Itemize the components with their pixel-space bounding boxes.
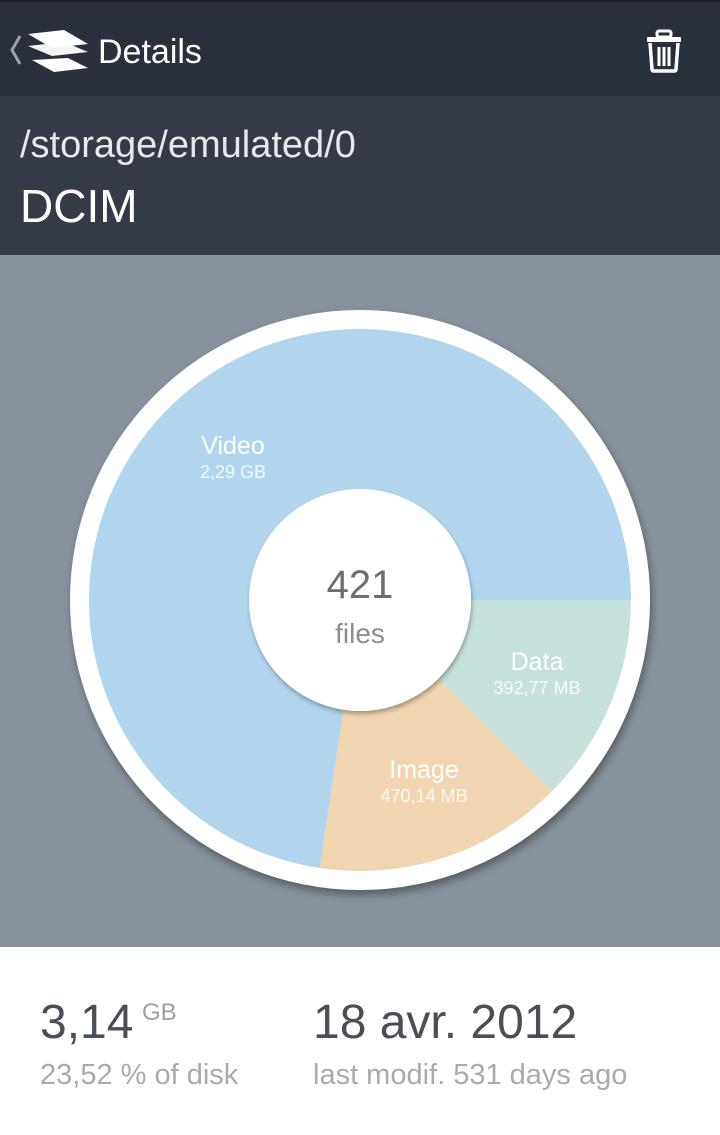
chevron-left-icon[interactable]	[8, 32, 24, 68]
video-size: 2,29 GB	[199, 462, 267, 482]
folder-name: DCIM	[20, 180, 138, 232]
folder-stats: 3,14 GB 23,52 % of disk 18 avr. 2012 las…	[0, 947, 720, 1135]
app-logo-icon[interactable]	[24, 28, 92, 74]
storage-chart: Video 2,29 GB Image 470,14 MB Data 392,7…	[0, 255, 720, 947]
folder-size-unit: GB	[142, 999, 177, 1026]
data-size: 392,77 MB	[493, 678, 581, 698]
image-label: Image 470,14 MB	[380, 755, 467, 807]
app-bar: Details	[0, 0, 720, 96]
disk-share: 23,52 % of disk	[40, 1059, 239, 1091]
trash-icon	[647, 29, 681, 73]
file-count-unit: files	[335, 618, 385, 649]
image-size: 470,14 MB	[380, 786, 468, 806]
delete-button[interactable]	[640, 26, 688, 76]
video-label: Video 2,29 GB	[200, 431, 266, 483]
page-title: Details	[98, 33, 202, 71]
data-name: Data	[510, 648, 564, 676]
directory-path: /storage/emulated/0	[20, 124, 356, 166]
modified-ago: last modif. 531 days ago	[313, 1059, 628, 1091]
image-name: Image	[389, 756, 459, 784]
folder-size: 3,14	[40, 996, 134, 1049]
video-name: Video	[201, 432, 265, 460]
file-count: 421	[326, 563, 394, 607]
path-header: /storage/emulated/0 DCIM	[0, 96, 720, 255]
modified-date: 18 avr. 2012	[313, 996, 578, 1049]
data-label: Data 392,77 MB	[493, 647, 580, 699]
